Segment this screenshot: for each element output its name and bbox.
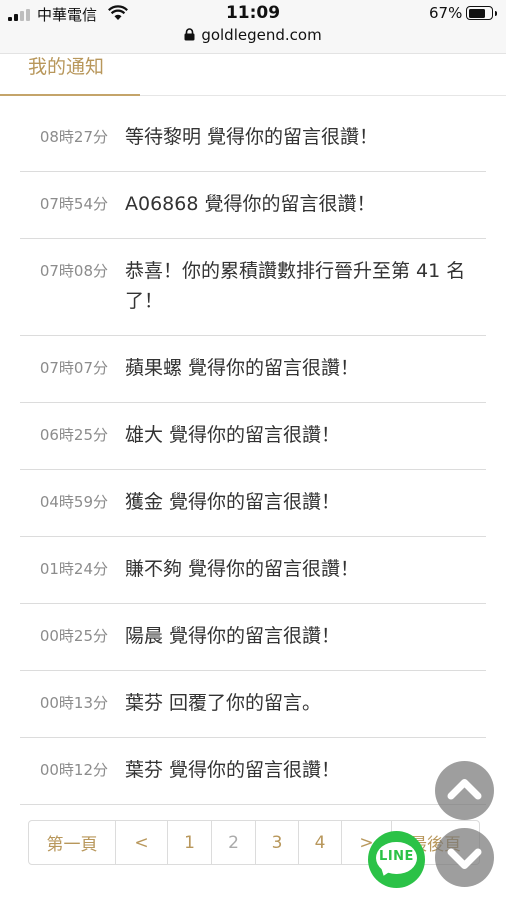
notification-time: 06時25分	[39, 426, 108, 444]
chevron-up-icon	[447, 779, 482, 800]
page-2-button[interactable]: 2	[212, 821, 256, 864]
notification-message: 蘋果螺 覺得你的留言很讚！	[125, 357, 360, 379]
list-item[interactable]: 07時07分 蘋果螺 覺得你的留言很讚！	[20, 336, 486, 403]
line-share-button[interactable]: LINE	[368, 831, 425, 888]
notification-list: 08時27分 等待黎明 覺得你的留言很讚！ 07時54分 A06868 覺得你的…	[20, 105, 486, 805]
tab-my-notifications[interactable]: 我的通知	[0, 54, 140, 96]
notification-message: 等待黎明 覺得你的留言很讚！	[125, 126, 379, 148]
list-item[interactable]: 00時25分 陽晨 覺得你的留言很讚！	[20, 604, 486, 671]
prev-page-button[interactable]: <	[116, 821, 168, 864]
notification-time: 00時12分	[39, 761, 108, 779]
chevron-down-icon	[447, 848, 482, 869]
notification-message: 雄大 覺得你的留言很讚！	[125, 424, 341, 446]
notification-time: 07時54分	[39, 195, 108, 213]
scroll-to-bottom-button[interactable]	[435, 828, 494, 887]
list-item[interactable]: 00時13分 葉芬 回覆了你的留言。	[20, 671, 486, 738]
lock-icon	[184, 28, 195, 41]
notification-time: 07時07分	[39, 359, 108, 377]
notification-time: 08時27分	[39, 128, 108, 146]
list-item[interactable]: 07時08分 恭喜！你的累積讚數排行晉升至第 41 名了！	[20, 239, 486, 336]
notification-message: 葉芬 回覆了你的留言。	[125, 692, 322, 714]
notification-time: 00時25分	[39, 627, 108, 645]
line-label: LINE	[379, 849, 414, 864]
url-text: goldlegend.com	[201, 26, 322, 44]
scroll-to-top-button[interactable]	[435, 761, 494, 820]
notification-message: 恭喜！你的累積讚數排行晉升至第 41 名了！	[125, 260, 466, 312]
page-1-button[interactable]: 1	[168, 821, 212, 864]
notification-message: 獲金 覺得你的留言很讚！	[125, 491, 341, 513]
notification-time: 01時24分	[39, 560, 108, 578]
page-4-button[interactable]: 4	[299, 821, 342, 864]
address-bar[interactable]: goldlegend.com	[0, 26, 506, 44]
notification-message: 陽晨 覺得你的留言很讚！	[125, 625, 341, 647]
notification-message: A06868 覺得你的留言很讚！	[125, 193, 376, 215]
notification-time: 00時13分	[39, 694, 108, 712]
list-item[interactable]: 06時25分 雄大 覺得你的留言很讚！	[20, 403, 486, 470]
page-3-button[interactable]: 3	[256, 821, 299, 864]
notification-time: 07時08分	[39, 262, 108, 280]
notification-time: 04時59分	[39, 493, 108, 511]
notification-message: 葉芬 覺得你的留言很讚！	[125, 759, 341, 781]
list-item[interactable]: 07時54分 A06868 覺得你的留言很讚！	[20, 172, 486, 239]
battery-percentage: 67%	[429, 4, 463, 22]
tab-bar: 我的通知	[0, 54, 506, 96]
list-item[interactable]: 00時12分 葉芬 覺得你的留言很讚！	[20, 738, 486, 805]
status-bar: 中華電信 11:09 67% goldlegend.com	[0, 0, 506, 54]
list-item[interactable]: 01時24分 賺不夠 覺得你的留言很讚！	[20, 537, 486, 604]
notification-message: 賺不夠 覺得你的留言很讚！	[125, 558, 360, 580]
first-page-button[interactable]: 第一頁	[29, 821, 116, 864]
battery-icon	[466, 6, 497, 20]
tab-label: 我的通知	[28, 56, 105, 78]
list-item[interactable]: 04時59分 獲金 覺得你的留言很讚！	[20, 470, 486, 537]
list-item[interactable]: 08時27分 等待黎明 覺得你的留言很讚！	[20, 105, 486, 172]
